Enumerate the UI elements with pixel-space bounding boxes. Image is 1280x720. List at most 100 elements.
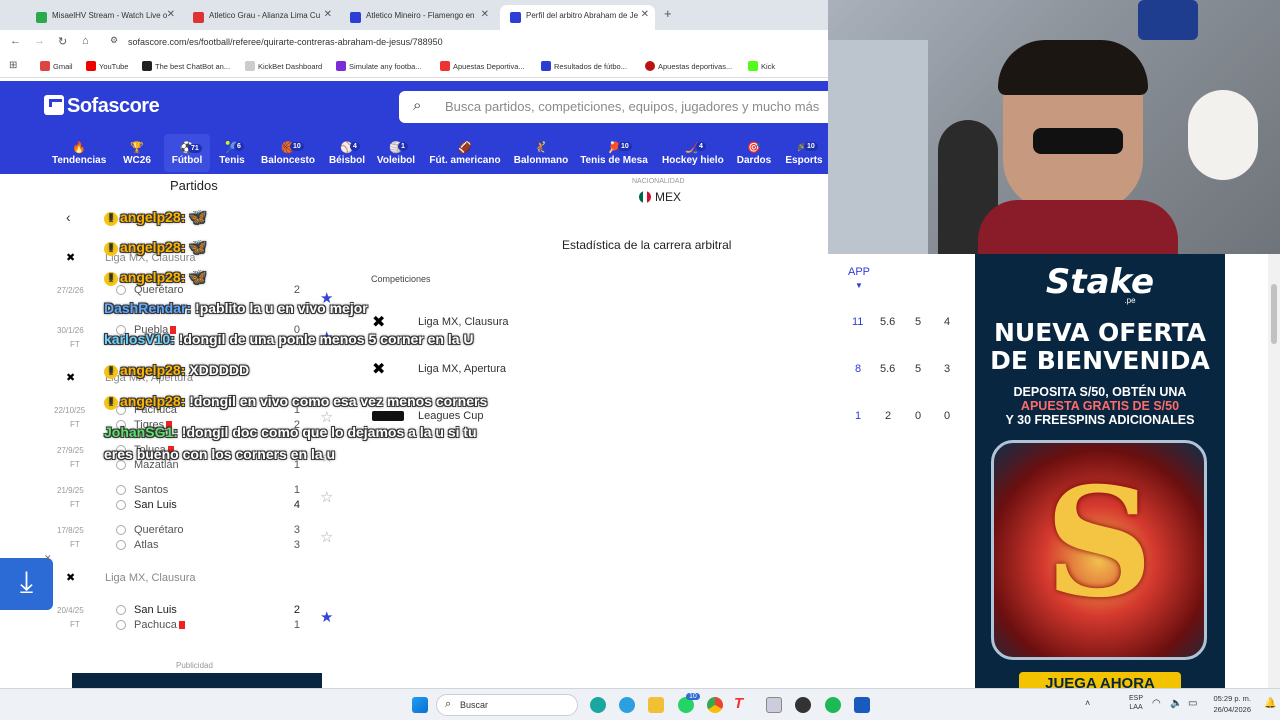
download-icon[interactable]: ⤓ (0, 558, 53, 610)
sunglasses (1033, 128, 1123, 154)
competition-name[interactable]: Liga MX, Clausura (418, 316, 509, 328)
forward-icon[interactable]: → (34, 35, 45, 47)
bookmark-apuestas-deportivas[interactable]: Apuestas deportivas... (645, 61, 732, 71)
site-info-icon[interactable]: ⚙ (110, 35, 118, 46)
windows-start-icon[interactable] (412, 697, 428, 713)
sport-tab-esports[interactable]: 🎮Esports10 (784, 141, 824, 166)
new-tab-button[interactable]: + (664, 6, 672, 21)
close-icon[interactable]: ✕ (167, 9, 175, 20)
close-icon[interactable]: ✕ (324, 9, 332, 20)
telegram-icon[interactable] (619, 697, 635, 713)
scrollbar[interactable] (1268, 254, 1280, 688)
competition-name[interactable]: Leagues Cup (418, 410, 483, 422)
team-crest-icon (116, 485, 126, 495)
football-icon: ⚽ (180, 142, 194, 154)
favorite-star-icon[interactable]: ☆ (320, 488, 333, 506)
wifi-icon[interactable]: ◠ (1152, 698, 1161, 709)
league-logo-icon: ✖ (66, 372, 76, 384)
match-status: FT (70, 340, 80, 349)
american-football-icon: 🏈 (458, 142, 472, 154)
folder-icon[interactable] (648, 697, 664, 713)
browser-tab-active[interactable]: Perfil del arbitro Abraham de Je ✕ (500, 5, 655, 30)
notification-bell-icon[interactable]: 🔔 (1264, 698, 1276, 709)
address-bar[interactable]: sofascore.com/es/football/referee/quirar… (128, 37, 443, 47)
bookmark-kickbet[interactable]: KickBet Dashboard (245, 61, 322, 71)
team-crest-icon (116, 540, 126, 550)
home-score: 1 (293, 484, 300, 496)
chevron-up-icon[interactable]: ˄ (1085, 698, 1090, 708)
calculator-icon[interactable] (766, 697, 782, 713)
sport-tab-trending[interactable]: 🔥 Tendencias (52, 141, 106, 166)
bookmark-gmail[interactable]: Gmail (40, 61, 73, 71)
volleyball-icon: 🏐 (389, 142, 403, 154)
sport-tab-ice-hockey[interactable]: 🏒 Hockey hielo 4 (662, 141, 724, 166)
badge-icon: ! (104, 242, 118, 256)
webcam-feed (828, 0, 1280, 254)
sport-tab-handball[interactable]: 🤾 Balonmano (512, 141, 570, 166)
battery-icon[interactable]: ▭ (1188, 698, 1197, 709)
table-tennis-icon: 🏓 (607, 142, 621, 154)
chat-message: ! angelp28: XDDDDD (104, 362, 249, 379)
bookmark-chatbot[interactable]: The best ChatBot an... (142, 61, 230, 71)
sport-tab-american-football[interactable]: 🏈 Fút. americano (428, 141, 502, 166)
sofascore-logo-icon (44, 95, 64, 115)
favorite-star-icon[interactable]: ★ (320, 608, 333, 626)
browser-tab[interactable]: Atletico Grau - Alianza Lima Cu ✕ (183, 5, 338, 30)
bookmark-kick[interactable]: Kick (748, 61, 775, 71)
prev-arrow-icon[interactable]: ‹ (66, 209, 71, 225)
sport-tab-football[interactable]: ⚽ Fútbol 71 (164, 134, 210, 172)
clock[interactable]: 05:29 p. m. 26/04/2026 (1205, 693, 1251, 715)
close-icon[interactable]: ✕ (44, 553, 52, 564)
chrome-icon[interactable] (707, 697, 723, 713)
app-column-header[interactable]: APP (848, 266, 870, 278)
sport-tab-baseball[interactable]: ⚾ Béisbol 4 (328, 141, 366, 166)
obs-icon[interactable] (795, 697, 811, 713)
word-icon[interactable] (854, 697, 870, 713)
bookmark-apuestas[interactable]: Apuestas Deportiva... (440, 61, 525, 71)
back-icon[interactable]: ← (10, 35, 21, 47)
count-badge: 6 (234, 142, 244, 151)
matches-title: Partidos (170, 178, 218, 193)
sofascore-logo[interactable]: Sofascore (44, 95, 160, 118)
reload-icon[interactable]: ↻ (58, 35, 67, 48)
volume-icon[interactable]: 🔈 (1170, 698, 1182, 709)
cta-button[interactable]: JUEGA AHORA (1019, 672, 1181, 688)
sofascore-icon (193, 12, 204, 23)
close-icon[interactable]: ✕ (641, 9, 649, 20)
sport-tab-volleyball[interactable]: 🏐 Voleibol 1 (376, 141, 416, 166)
edge-icon[interactable] (590, 697, 606, 713)
sport-tab-tennis[interactable]: 🎾 Tenis 6 (218, 141, 246, 166)
typora-icon[interactable]: T (734, 695, 750, 712)
chat-message: ! angelp28: 🦋 (104, 269, 207, 286)
language-indicator[interactable]: ESP LAA (1129, 694, 1143, 712)
sport-tab-darts[interactable]: 🎯 Dardos (734, 141, 774, 166)
competition-name[interactable]: Liga MX, Apertura (418, 363, 506, 375)
chat-message: ! angelp28: 🦋 (104, 209, 207, 226)
close-icon[interactable]: ✕ (481, 9, 489, 20)
browser-tab[interactable]: Atletico Mineiro - Flamengo en ✕ (340, 5, 495, 30)
spotify-icon[interactable] (825, 697, 841, 713)
offer-line: Y 30 FREESPINS ADICIONALES (1005, 413, 1195, 427)
sport-tab-table-tennis[interactable]: 🏓 Tenis de Mesa 10 (580, 141, 648, 166)
nationality: MEX (639, 190, 681, 204)
taskbar-search[interactable]: ⌕ Buscar (436, 694, 578, 716)
browser-tab[interactable]: MisaelHV Stream - Watch Live o ✕ (26, 5, 181, 30)
headline: NUEVA OFERTA DE BIENVENIDA (990, 318, 1210, 375)
scrollbar-thumb[interactable] (1271, 284, 1277, 344)
apuestas-icon (440, 61, 450, 71)
stake-ad[interactable]: Stake .pe NUEVA OFERTA DE BIENVENIDA DEP… (975, 254, 1225, 688)
sport-tab-wc26[interactable]: 🏆 WC26 (118, 141, 156, 166)
home-icon[interactable]: ⌂ (82, 35, 89, 47)
apps-icon[interactable]: ⊞ (9, 60, 17, 71)
sport-tab-basketball[interactable]: 🏀 Baloncesto 10 (260, 141, 316, 166)
team-crest-icon (116, 605, 126, 615)
search-input[interactable]: ⌕ Busca partidos, competiciones, equipos,… (399, 91, 828, 123)
favorite-star-icon[interactable]: ☆ (320, 528, 333, 546)
bookmark-simulate[interactable]: Simulate any footba... (336, 61, 422, 71)
bookmark-resultados[interactable]: Resultados de fútbo... (541, 61, 627, 71)
bookmark-youtube[interactable]: YouTube (86, 61, 128, 71)
stat-value: 4 (944, 316, 951, 328)
ad-banner[interactable] (72, 673, 322, 688)
trophy-icon: 🏆 (130, 142, 144, 154)
nationality-label: NACIONALIDAD (632, 178, 685, 185)
